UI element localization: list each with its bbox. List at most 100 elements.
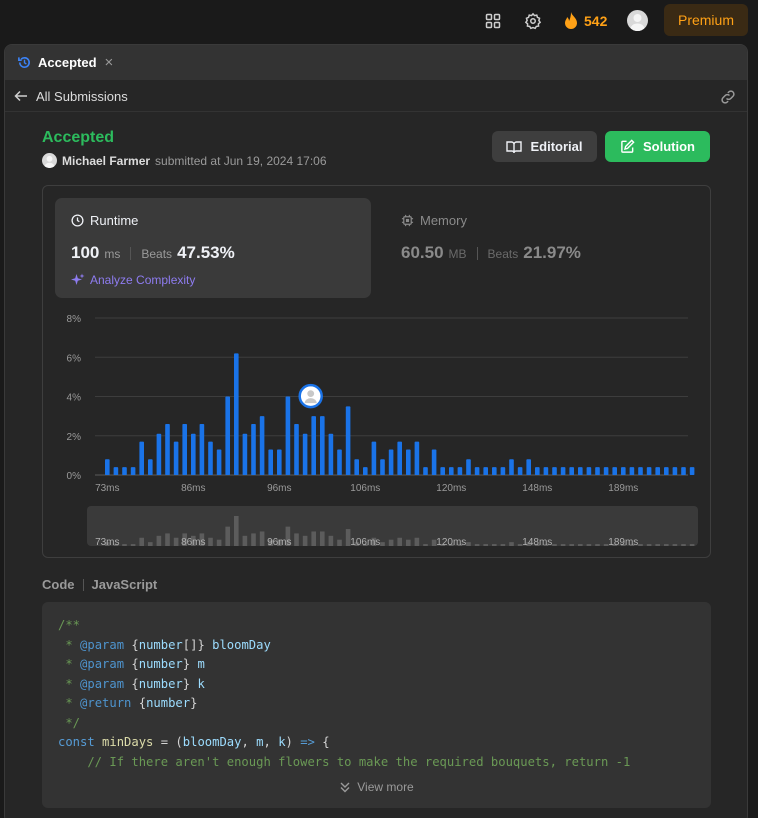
chart-bar [285, 396, 291, 475]
code-token: @param [80, 657, 125, 671]
code-token: bloomDay [182, 735, 242, 749]
code-token: minDays [102, 735, 154, 749]
code-token: * [58, 676, 81, 691]
chart-bar [259, 416, 265, 475]
overview-tick-label: 73ms [95, 537, 119, 548]
chart-bar [251, 423, 256, 475]
code-token: k [278, 735, 286, 749]
performance-card: Runtime 100 ms Beats 47.53% Analyze Comp… [42, 185, 711, 558]
all-submissions-link[interactable]: All Submissions [36, 89, 128, 104]
chart-bar [345, 406, 351, 475]
chart-bar [388, 449, 394, 475]
overview-bar [208, 537, 213, 546]
overview-bar [638, 544, 643, 546]
submission-status: Accepted [42, 129, 115, 146]
chart-bar [354, 459, 359, 475]
overview-bar [681, 544, 686, 546]
x-tick-label: 120ms [436, 483, 466, 494]
code-token: , [241, 735, 257, 749]
chart-bar [664, 467, 669, 475]
chart-bar [208, 441, 213, 475]
chart-bar [517, 467, 523, 475]
overview-bar [242, 535, 248, 546]
chart-bar [560, 467, 566, 475]
chart-bar [371, 441, 377, 475]
chart-bar [552, 467, 557, 475]
chart-bar [225, 396, 230, 475]
overview-bar [320, 531, 325, 546]
code-token: { [314, 735, 330, 749]
code-token: // If there aren't enough flowers to mak… [58, 754, 631, 769]
edit-icon [621, 139, 635, 153]
overview-bar [122, 544, 127, 546]
chart-bar [655, 467, 660, 475]
chart-bar [431, 449, 437, 475]
premium-button[interactable]: Premium [664, 4, 748, 36]
author-name[interactable]: Michael Farmer [62, 154, 150, 168]
chart-bar [173, 441, 179, 475]
chart-bar [191, 433, 196, 475]
overview-bar [225, 526, 230, 546]
view-more-label: View more [357, 780, 414, 794]
avatar[interactable] [627, 10, 648, 31]
x-tick-label: 148ms [522, 483, 552, 494]
x-tick-label: 189ms [608, 483, 638, 494]
submission-panel: Accepted × All Submissions Accepted Mich… [4, 44, 748, 818]
overview-bar [586, 544, 592, 546]
top-navbar: 542 Premium [0, 0, 758, 44]
view-more-button[interactable]: View more [42, 780, 711, 794]
x-tick-label: 106ms [350, 483, 380, 494]
chart-bar [689, 467, 695, 475]
code-token: => [300, 735, 315, 749]
code-token: @return [80, 696, 132, 710]
back-arrow-icon[interactable] [13, 88, 29, 104]
streak-counter[interactable]: 542 [563, 10, 607, 32]
overview-bar [388, 539, 394, 546]
chart-bar [397, 441, 402, 475]
link-icon[interactable] [719, 88, 737, 106]
overview-bar [423, 544, 428, 546]
overview-bar [689, 544, 695, 546]
submissions-bar: All Submissions [5, 80, 747, 112]
solution-label: Solution [643, 139, 695, 154]
code-token: { [124, 676, 139, 691]
chart-bar [363, 467, 368, 475]
chart-bar [113, 467, 119, 475]
overview-bar [595, 544, 600, 546]
author-row: Michael Farmer submitted at Jun 19, 2024… [42, 153, 327, 168]
overview-bar [234, 516, 239, 546]
chart-bar [199, 423, 205, 475]
runtime-distribution-chart[interactable]: 8% 6% 4% 2% 0% 73ms 86ms 96ms 106ms 120ms 148ms 189… [43, 186, 712, 559]
chart-bar [165, 423, 170, 475]
close-icon[interactable]: × [105, 54, 114, 71]
code-language: JavaScript [91, 577, 158, 592]
chart-bar [423, 467, 428, 475]
solution-button[interactable]: Solution [605, 131, 710, 162]
tab-accepted[interactable]: Accepted [38, 55, 97, 70]
editorial-button[interactable]: Editorial [492, 131, 597, 162]
chart-bar [466, 459, 471, 475]
overview-bar [552, 544, 557, 546]
overview-bar [560, 544, 566, 546]
layout-grid-icon[interactable] [482, 10, 504, 32]
x-tick-label: 86ms [181, 483, 205, 494]
overview-bar [414, 537, 420, 546]
chart-bar [474, 467, 480, 475]
code-token: = ( [153, 735, 183, 749]
overview-bar [139, 537, 144, 546]
y-tick-label: 6% [67, 353, 82, 364]
chart-bar [148, 459, 153, 475]
chart-bar [320, 416, 325, 475]
code-token: number [146, 696, 191, 710]
code-token: @param [80, 676, 125, 691]
chart-bar [406, 449, 411, 475]
chart-bar [595, 467, 600, 475]
code-block[interactable]: /** * @param {number[]} bloomDay * @para… [58, 616, 630, 772]
overview-bar [406, 539, 411, 546]
chart-bar [612, 467, 617, 475]
gear-icon[interactable] [522, 10, 544, 32]
overview-bar [251, 533, 256, 546]
chart-bar [492, 467, 497, 475]
author-avatar[interactable] [42, 153, 57, 168]
chart-bar [509, 459, 514, 475]
